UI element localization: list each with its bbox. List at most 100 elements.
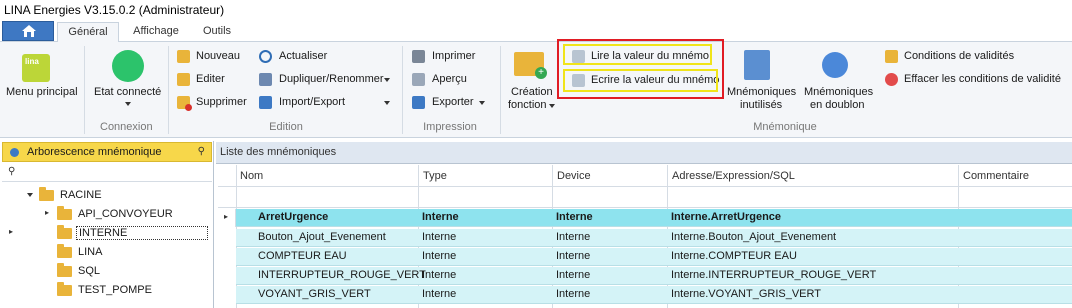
grid-column-header: Nom Type Device Adresse/Expression/SQL C…: [218, 165, 1072, 187]
chevron-down-icon[interactable]: [27, 193, 33, 197]
chevron-down-icon[interactable]: [384, 78, 390, 82]
mnemoniques-doublon-label-1[interactable]: Mnémoniques: [804, 86, 873, 98]
clipboard-person-icon: [744, 50, 770, 80]
column-header-adresse[interactable]: Adresse/Expression/SQL: [672, 170, 795, 182]
creation-fonction-label-2[interactable]: fonction: [508, 99, 547, 111]
folder-delete-icon: [177, 96, 192, 111]
folder-new-icon: [177, 50, 190, 63]
table-row[interactable]: Bouton_Ajout_Evenement Interne Interne I…: [236, 229, 1072, 247]
group-label-edition: Edition: [269, 121, 303, 133]
cell-device: Interne: [556, 231, 591, 243]
dupliquer-renommer-button[interactable]: Dupliquer/Renommer: [279, 73, 384, 85]
chevron-down-icon[interactable]: [125, 102, 131, 106]
row-indicator-icon: ▸: [9, 227, 14, 236]
printer-icon: [412, 50, 425, 63]
chevron-down-icon[interactable]: [479, 101, 485, 105]
group-label-connexion: Connexion: [100, 121, 153, 133]
column-header-device[interactable]: Device: [557, 170, 591, 182]
folder-icon: [39, 187, 54, 201]
cell-type: Interne: [422, 269, 457, 281]
highlight-yellow-read-box: [563, 44, 712, 65]
folder-edit-icon: [177, 73, 190, 86]
cell-device: Interne: [556, 269, 591, 281]
export-icon: [412, 96, 425, 109]
grid-panel-title: Liste des mnémoniques: [220, 146, 337, 158]
folder-condition-icon: [885, 50, 898, 63]
apercu-button[interactable]: Aperçu: [432, 73, 467, 85]
cell-nom: Bouton_Ajout_Evenement: [258, 231, 386, 243]
editer-button[interactable]: Editer: [196, 73, 225, 85]
column-header-type[interactable]: Type: [423, 170, 447, 182]
tab-general[interactable]: Général: [57, 22, 119, 43]
column-header-commentaire[interactable]: Commentaire: [963, 170, 1029, 182]
cell-type: Interne: [422, 231, 457, 243]
import-export-icon: [259, 96, 272, 109]
table-row[interactable]: INTERRUPTEUR_ROUGE_VERT Interne Interne …: [236, 267, 1072, 285]
refresh-icon: [259, 50, 272, 63]
chevron-down-icon[interactable]: [384, 101, 390, 105]
tab-outils[interactable]: Outils: [193, 22, 241, 42]
cell-adresse: Interne.ArretUrgence: [671, 211, 782, 223]
etat-connecte-button[interactable]: Etat connecté: [94, 86, 161, 98]
mnemoniques-doublon-label-2[interactable]: en doublon: [810, 99, 864, 111]
mnemoniques-inutilises-label-1[interactable]: Mnémoniques: [727, 86, 796, 98]
tree-item-racine[interactable]: RACINE: [2, 186, 212, 205]
row-indicator: ▸: [218, 209, 236, 227]
grid-panel-header: Liste des mnémoniques: [216, 142, 1072, 164]
conditions-validites-button[interactable]: Conditions de validités: [904, 50, 1014, 62]
cell-adresse: Interne.VOYANT_GRIS_VERT: [671, 288, 821, 300]
clear-icon: [885, 73, 898, 86]
exporter-button[interactable]: Exporter: [432, 96, 474, 108]
nouveau-button[interactable]: Nouveau: [196, 50, 240, 62]
import-export-button[interactable]: Import/Export: [279, 96, 345, 108]
cell-type: Interne: [422, 288, 457, 300]
tree-icon: [10, 148, 19, 157]
actualiser-button[interactable]: Actualiser: [279, 50, 327, 62]
tree-filter-row[interactable]: ⚲: [2, 164, 212, 182]
folder-add-icon: +: [514, 52, 547, 79]
table-row[interactable]: VOYANT_GRIS_VERT Interne Interne Interne…: [236, 286, 1072, 304]
highlight-yellow-write-box: [563, 69, 718, 92]
folder-icon: [57, 263, 72, 277]
chevron-down-icon[interactable]: [549, 104, 555, 108]
file-menu-button[interactable]: [2, 21, 54, 41]
pin-icon[interactable]: ⚲: [198, 146, 205, 157]
mnemoniques-inutilises-label-2[interactable]: inutilisés: [740, 99, 782, 111]
cell-adresse: Interne.INTERRUPTEUR_ROUGE_VERT: [671, 269, 877, 281]
tab-affichage[interactable]: Affichage: [121, 22, 191, 42]
group-label-mnemonique: Mnémonique: [753, 121, 817, 133]
row-pointer-icon: ▸: [224, 212, 229, 221]
table-row[interactable]: ArretUrgence Interne Interne Interne.Arr…: [236, 209, 1072, 227]
ribbon-tab-bar: Général Affichage Outils: [0, 20, 1072, 43]
creation-fonction-label-1[interactable]: Création: [511, 86, 553, 98]
tree-panel-title: Arborescence mnémonique: [27, 146, 162, 158]
effacer-conditions-button[interactable]: Effacer les conditions de validité: [904, 73, 1061, 85]
supprimer-button[interactable]: Supprimer: [196, 96, 247, 108]
tree-item-lina[interactable]: LINA: [2, 243, 212, 262]
menu-principal-button[interactable]: Menu principal: [6, 86, 78, 98]
cell-adresse: Interne.COMPTEUR EAU: [671, 250, 797, 262]
cell-device: Interne: [556, 211, 593, 223]
folder-icon: [57, 206, 72, 220]
grid-filter-row[interactable]: [218, 188, 1072, 208]
cell-nom: COMPTEUR EAU: [258, 250, 347, 262]
imprimer-button[interactable]: Imprimer: [432, 50, 475, 62]
tree-label-racine: RACINE: [60, 189, 102, 201]
duplicate-nodes-icon: [822, 52, 848, 78]
cell-nom: ArretUrgence: [258, 211, 329, 223]
tree-item-sql[interactable]: SQL: [2, 262, 212, 281]
title-bar: LINA Energies V3.15.0.2 (Administrateur): [0, 0, 1072, 20]
folder-icon: [57, 282, 72, 296]
cell-adresse: Interne.Bouton_Ajout_Evenement: [671, 231, 837, 243]
chevron-right-icon[interactable]: ▸: [45, 208, 49, 217]
tree-item-api-convoyeur[interactable]: ▸ API_CONVOYEUR: [2, 205, 212, 224]
folder-icon: [57, 244, 72, 258]
tree-item-interne[interactable]: ▸ INTERNE: [2, 224, 212, 243]
tree-label-interne: INTERNE: [76, 226, 208, 240]
tree-item-test-pompe[interactable]: TEST_POMPE: [2, 281, 212, 300]
cell-device: Interne: [556, 288, 591, 300]
column-header-nom[interactable]: Nom: [240, 170, 263, 182]
home-icon: [22, 25, 36, 37]
filter-icon[interactable]: ⚲: [8, 166, 15, 177]
table-row[interactable]: COMPTEUR EAU Interne Interne Interne.COM…: [236, 248, 1072, 266]
